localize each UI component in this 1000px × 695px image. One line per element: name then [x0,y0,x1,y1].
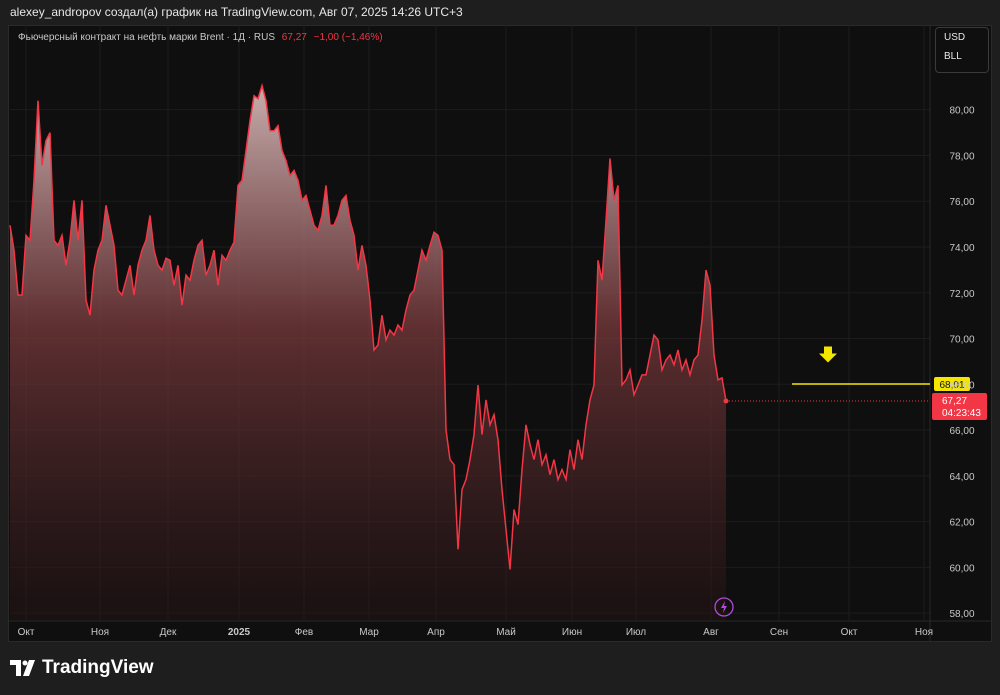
symbol-legend: Фьючерсный контракт на нефть марки Brent… [18,32,383,43]
y-tick-label: 80,00 [949,106,974,117]
x-tick-label: Май [496,627,516,638]
y-tick-label: 78,00 [949,151,974,162]
y-tick-label: 66,00 [949,426,974,437]
y-tick-label: 70,00 [949,335,974,346]
last-price-dot [723,398,729,404]
price-area [10,85,726,621]
symbol-name: Фьючерсный контракт на нефть марки Brent… [18,32,276,43]
x-tick-label: Июл [626,627,646,638]
x-tick-label: Окт [841,627,858,638]
price-change: −1,00 (−1,46%) [313,32,383,43]
x-tick-label: Апр [427,627,445,638]
x-tick-label: Дек [160,627,177,638]
tradingview-logo[interactable]: TradingView [10,657,154,679]
y-axis: 58,00 60,00 62,00 64,00 66,00 68,00 70,00 72,00… [949,106,974,620]
currency-label[interactable]: USD [936,28,988,47]
x-tick-label: Фев [295,627,313,638]
x-axis: Окт Ноя Дек 2025 Фев Мар Апр Май Июн Июл Авг Сен Окт… [18,627,934,638]
last-price-badge-value: 67,27 [942,396,967,407]
y-tick-label: 64,00 [949,472,974,483]
logo-text: TradingView [42,657,154,678]
x-tick-label: Ноя [915,627,933,638]
currency-unit-selector[interactable]: USD BLL [935,27,989,73]
y-tick-label: 74,00 [949,243,974,254]
x-tick-label: Мар [359,627,379,638]
countdown-label: 04:23:43 [942,408,981,419]
y-tick-label: 62,00 [949,518,974,529]
y-tick-label: 60,00 [949,563,974,574]
x-tick-label: Окт [18,627,35,638]
arrow-down-icon [819,346,837,363]
x-tick-label: Авг [703,627,719,638]
y-tick-label: 76,00 [949,197,974,208]
last-price: 67,27 [281,32,307,43]
x-tick-label: Ноя [91,627,109,638]
y-tick-label: 72,00 [949,289,974,300]
y-tick-label: 68,00 [949,380,974,391]
unit-label[interactable]: BLL [936,47,988,66]
x-tick-label: Сен [770,627,788,638]
y-tick-label: 58,00 [949,609,974,620]
x-tick-label: 2025 [228,627,251,638]
tradingview-logo-icon [10,660,35,676]
x-tick-label: Июн [562,627,582,638]
price-chart[interactable]: 67,2704:23:4368,01 58,0060,0062,0064,006… [0,0,1000,695]
